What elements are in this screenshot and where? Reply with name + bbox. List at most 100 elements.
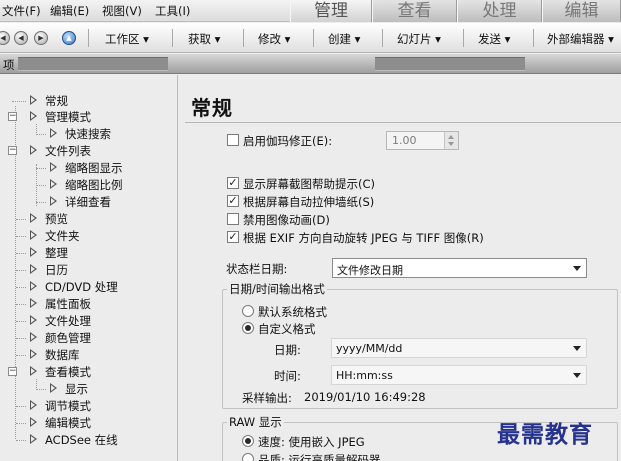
collapse-icon[interactable]: −: [8, 146, 17, 155]
time-format-select[interactable]: HH:mm:ss: [331, 365, 587, 385]
radio-selected[interactable]: [242, 435, 254, 447]
tree-guide: [36, 124, 37, 133]
forward-icon[interactable]: ▶: [34, 31, 48, 45]
toolbar-divider: [533, 29, 534, 47]
datetime-group-legend: 日期/时间输出格式: [227, 281, 327, 297]
tree-arrow-icon: [30, 145, 37, 155]
toolbar-slideshow[interactable]: 幻灯片 ▾: [397, 31, 441, 47]
pane-title: 项: [3, 58, 15, 72]
menu-tools[interactable]: 工具(I): [155, 3, 190, 19]
raw-group-legend: RAW 显示: [227, 414, 284, 430]
option-exif-rotate[interactable]: ✓ 根据 EXIF 方向自动旋转 JPEG 与 TIFF 图像(R): [227, 229, 557, 245]
toolbar-send[interactable]: 发送 ▾: [478, 31, 510, 47]
options-tree: 常规 − 管理模式 快速搜索 − 文件列表 缩略图显示 缩略图比例 详细查看 预…: [0, 75, 178, 461]
status-date-label: 状态栏日期:: [226, 262, 288, 276]
checkbox-checked[interactable]: ✓: [227, 231, 239, 243]
tree-arrow-icon: [30, 332, 37, 342]
dropdown-arrow-icon: [573, 373, 581, 378]
tab-manage[interactable]: 管理: [290, 0, 372, 22]
tree-arrow-icon: [30, 417, 37, 427]
radio-unselected[interactable]: [242, 305, 254, 317]
checkbox-checked[interactable]: ✓: [227, 177, 239, 189]
pane-header-blurred: [375, 57, 525, 71]
tree-guide: [36, 379, 37, 388]
tree-arrow-icon: [30, 298, 37, 308]
toolbar-divider: [172, 29, 173, 47]
toolbar-workspace[interactable]: 工作区 ▾: [105, 31, 149, 47]
page-title: 常规: [191, 96, 233, 120]
toolbar-divider: [463, 29, 464, 47]
toolbar-divider: [88, 29, 89, 47]
tree-arrow-icon: [30, 264, 37, 274]
radio-selected[interactable]: [242, 322, 254, 334]
tree-arrow-icon: [30, 315, 37, 325]
tree-arrow-icon: [30, 281, 37, 291]
tree-arrow-icon: [30, 95, 37, 105]
tree-arrow-icon: [30, 349, 37, 359]
toolbar-divider: [313, 29, 314, 47]
back-icon[interactable]: ◀: [0, 31, 10, 45]
tree-arrow-icon: [30, 434, 37, 444]
menu-bar: 文件(F) 编辑(E) 视图(V) 工具(I) 管理 查看 处理 编辑: [0, 0, 621, 22]
tree-arrow-icon: [30, 111, 37, 121]
checkbox-checked[interactable]: ✓: [227, 195, 239, 207]
tab-process[interactable]: 处理: [457, 0, 542, 22]
gamma-spinner[interactable]: 1.00: [386, 131, 459, 150]
option-screenshot-tips[interactable]: ✓ 显示屏幕截图帮助提示(C): [227, 175, 527, 191]
spin-down-icon[interactable]: [448, 142, 454, 146]
gamma-checkbox-row[interactable]: 启用伽玛修正(E):: [227, 132, 377, 148]
checkbox-unchecked[interactable]: [227, 213, 239, 225]
dropdown-arrow-icon: [573, 266, 581, 271]
acdsee-options-window: 文件(F) 编辑(E) 视图(V) 工具(I) 管理 查看 处理 编辑 ◀ ◀ …: [0, 0, 621, 461]
status-date-select[interactable]: 文件修改日期: [332, 258, 587, 278]
option-stretch-wallpaper[interactable]: ✓ 根据屏幕自动拉伸墙纸(S): [227, 193, 527, 209]
tree-guide: [15, 106, 16, 439]
tree-arrow-icon: [50, 196, 57, 206]
time-label: 时间:: [274, 369, 301, 383]
toolbar-external-editor[interactable]: 外部编辑器 ▾: [547, 31, 614, 47]
tree-arrow-icon: [30, 230, 37, 240]
option-disable-animation[interactable]: 禁用图像动画(D): [227, 211, 527, 227]
menu-view[interactable]: 视图(V): [102, 3, 142, 19]
date-label: 日期:: [274, 343, 301, 357]
pane-header-blurred: [18, 57, 168, 71]
radio-raw-speed[interactable]: 速度: 使用嵌入 JPEG: [242, 433, 442, 449]
tree-arrow-icon: [50, 128, 57, 138]
spinner-buttons[interactable]: [444, 132, 458, 149]
menu-edit[interactable]: 编辑(E): [50, 3, 89, 19]
toolbar-modify[interactable]: 修改 ▾: [258, 31, 290, 47]
tree-arrow-icon: [50, 179, 57, 189]
toolbar-acquire[interactable]: 获取 ▾: [188, 31, 220, 47]
up-folder-icon[interactable]: ▲: [62, 31, 76, 45]
radio-custom-format[interactable]: 自定义格式: [242, 320, 362, 336]
toolbar-divider: [243, 29, 244, 47]
radio-unselected[interactable]: [242, 453, 254, 461]
toolbar-create[interactable]: 创建 ▾: [328, 31, 360, 47]
back-button-icon[interactable]: ◀: [14, 31, 28, 45]
tree-arrow-icon: [50, 383, 57, 393]
toolbar-divider: [382, 29, 383, 47]
tab-edit[interactable]: 编辑: [542, 0, 621, 22]
sample-output-label: 采样输出:: [242, 391, 292, 405]
radio-default-format[interactable]: 默认系统格式: [242, 303, 362, 319]
radio-raw-quality[interactable]: 品质: 运行高质量解码器: [242, 451, 442, 461]
tree-arrow-icon: [30, 213, 37, 223]
tree-arrow-icon: [30, 400, 37, 410]
menu-file[interactable]: 文件(F): [2, 3, 41, 19]
toolbar: ◀ ◀ ▶ ▲ 工作区 ▾ 获取 ▾ 修改 ▾ 创建 ▾ 幻灯片 ▾ 发送 ▾ …: [0, 23, 621, 53]
pane-header: 项: [0, 54, 621, 74]
watermark-text: 最需教育: [497, 421, 593, 448]
tree-arrow-icon: [50, 162, 57, 172]
tree-arrow-icon: [30, 366, 37, 376]
collapse-icon[interactable]: −: [8, 367, 17, 376]
title-divider: [185, 122, 621, 123]
spin-up-icon[interactable]: [448, 135, 454, 139]
date-format-select[interactable]: yyyy/MM/dd: [331, 338, 587, 358]
sample-output-value: 2019/01/10 16:49:28: [304, 390, 426, 404]
gamma-checkbox[interactable]: [227, 134, 239, 146]
collapse-icon[interactable]: −: [8, 112, 17, 121]
tab-view[interactable]: 查看: [372, 0, 457, 22]
tree-arrow-icon: [30, 247, 37, 257]
dropdown-arrow-icon: [573, 346, 581, 351]
settings-panel: 常规 启用伽玛修正(E): 1.00 ✓ 显示屏幕截图帮助提示(C) ✓ 根据屏…: [179, 75, 621, 461]
